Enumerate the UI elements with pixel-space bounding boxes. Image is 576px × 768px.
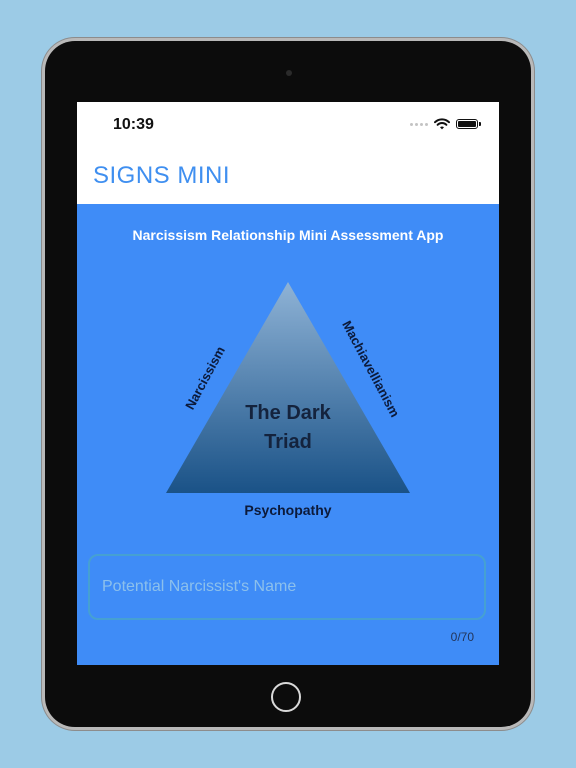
status-bar: 10:39 bbox=[77, 102, 499, 147]
dark-triad-diagram: The Dark Triad Narcissism Machiavelliani… bbox=[166, 282, 410, 518]
wifi-icon bbox=[434, 118, 450, 130]
character-counter: 0/70 bbox=[450, 630, 474, 644]
status-time: 10:39 bbox=[113, 116, 154, 133]
home-button-icon[interactable] bbox=[271, 682, 301, 712]
triad-center-line-1: The Dark bbox=[245, 402, 331, 424]
status-icons bbox=[410, 118, 481, 130]
app-subtitle: Narcissism Relationship Mini Assessment … bbox=[132, 227, 444, 243]
triad-center-line-2: Triad bbox=[264, 431, 312, 453]
camera-icon bbox=[286, 70, 292, 76]
name-input-container bbox=[88, 554, 486, 620]
signal-dots-icon bbox=[410, 122, 428, 126]
app-title: SIGNS MINI bbox=[93, 162, 231, 189]
app-header: SIGNS MINI bbox=[77, 147, 499, 204]
name-input[interactable] bbox=[90, 556, 484, 618]
triad-bottom-label: Psychopathy bbox=[244, 502, 331, 518]
battery-icon bbox=[456, 119, 481, 129]
app-screen: 10:39 SIGNS MINI Narcissism Relationship… bbox=[77, 102, 499, 665]
